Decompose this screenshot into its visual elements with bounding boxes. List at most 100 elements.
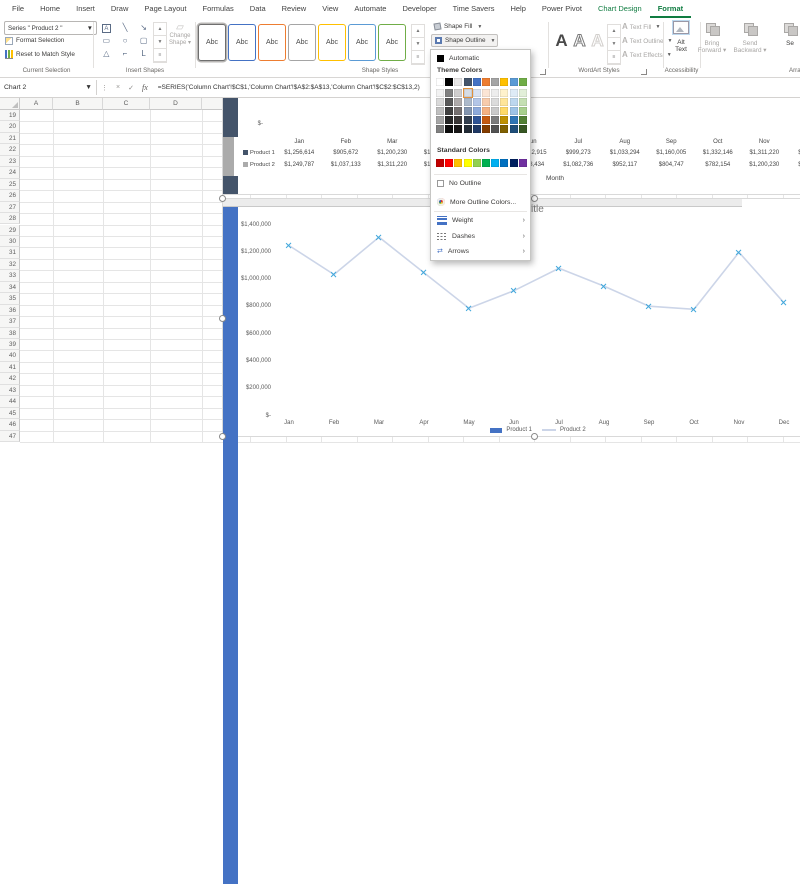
standard-color-swatch[interactable] (519, 159, 527, 167)
theme-variant-swatch[interactable] (482, 107, 490, 115)
wordart-scroll[interactable]: ▲ ▼ ≡ (607, 24, 621, 65)
theme-variant-swatch[interactable] (491, 98, 499, 106)
shape-style-preset-6[interactable]: Abc (348, 24, 376, 61)
bar-product1[interactable] (223, 666, 238, 847)
selected-point-marker[interactable] (465, 304, 473, 312)
table-cell-value[interactable]: $960,000 (788, 150, 800, 156)
theme-variant-swatch[interactable] (510, 98, 518, 106)
table-cell-value[interactable]: $782,154 (695, 162, 742, 168)
theme-variant-swatch[interactable] (445, 107, 453, 115)
theme-variant-swatch[interactable] (510, 116, 518, 124)
reset-to-match-style-button[interactable]: Reset to Match Style (5, 49, 75, 60)
row-header-23[interactable]: 23 (0, 156, 20, 167)
selection-handle[interactable] (531, 195, 538, 202)
standard-color-swatch[interactable] (500, 159, 508, 167)
theme-variant-swatch[interactable] (473, 89, 481, 97)
text-box-shape-icon[interactable]: A (97, 21, 116, 34)
column-header-D[interactable]: D (150, 98, 202, 110)
alt-text-button[interactable]: Alt Text (664, 21, 698, 65)
row-header-42[interactable]: 42 (0, 373, 20, 384)
chart-element-selector[interactable]: Series " Product 2 " ▼ (4, 21, 97, 35)
menu-item-automatic[interactable]: Automatic (431, 53, 530, 64)
theme-variant-swatch[interactable] (436, 116, 444, 124)
theme-variant-swatch[interactable] (491, 116, 499, 124)
theme-variant-swatch[interactable] (510, 125, 518, 133)
bar-product1[interactable] (223, 502, 238, 666)
format-selection-button[interactable]: Format Selection (5, 35, 64, 46)
menu-tab-developer[interactable]: Developer (394, 0, 444, 18)
row-header-26[interactable]: 26 (0, 190, 20, 201)
theme-variant-swatch[interactable] (464, 107, 472, 115)
theme-variant-swatch[interactable] (519, 98, 527, 106)
shape-styles-scroll[interactable]: ▲ ▼ ≡ (411, 24, 425, 65)
row-header-29[interactable]: 29 (0, 225, 20, 236)
menu-item-arrows[interactable]: ⇄ Arrows › (431, 245, 530, 258)
wordart-style-3[interactable]: A (589, 24, 606, 59)
theme-color-swatch[interactable] (436, 78, 444, 86)
line-shape-icon[interactable]: ╲ (116, 21, 135, 34)
mini-bar-product1[interactable] (223, 176, 238, 195)
menu-tab-power-pivot[interactable]: Power Pivot (534, 0, 590, 18)
standard-color-swatch[interactable] (482, 159, 490, 167)
table-cell-value[interactable]: $1,249,787 (276, 162, 323, 168)
table-cell-value[interactable]: $1,200,230 (369, 150, 416, 156)
theme-variant-swatch[interactable] (491, 107, 499, 115)
shape-style-preset-5[interactable]: Abc (318, 24, 346, 61)
shape-gallery-scroll[interactable]: ▲ ▼ ≡ (153, 22, 167, 63)
oval-shape-icon[interactable]: ○ (116, 34, 135, 47)
column-header-C[interactable]: C (103, 98, 150, 110)
row-header-37[interactable]: 37 (0, 316, 20, 327)
theme-variant-swatch[interactable] (445, 116, 453, 124)
mini-bar-product1[interactable] (223, 98, 238, 137)
bar-product1[interactable] (223, 207, 238, 378)
scroll-down-icon[interactable]: ▼ (412, 38, 424, 51)
theme-color-swatch[interactable] (445, 78, 453, 86)
menu-tab-file[interactable]: File (4, 0, 32, 18)
elbow-connector-shape-icon[interactable]: ⌐ (116, 47, 135, 60)
row-header-21[interactable]: 21 (0, 133, 20, 144)
menu-tab-help[interactable]: Help (502, 0, 533, 18)
table-cell-value[interactable]: $1,082,736 (555, 162, 602, 168)
bar-product1[interactable] (223, 847, 238, 884)
theme-variant-swatch[interactable] (464, 125, 472, 133)
table-cell-value[interactable]: $1,037,133 (323, 162, 370, 168)
theme-variant-swatch[interactable] (482, 98, 490, 106)
table-cell-value[interactable]: $830,000 (788, 162, 800, 168)
theme-variant-swatch[interactable] (500, 116, 508, 124)
column-header-B[interactable]: B (53, 98, 103, 110)
theme-variant-swatch[interactable] (436, 125, 444, 133)
theme-variant-swatch-selected[interactable] (464, 89, 472, 97)
selection-pane-button[interactable]: Se (775, 21, 800, 65)
theme-variant-swatch[interactable] (445, 89, 453, 97)
theme-color-swatch[interactable] (473, 78, 481, 86)
theme-variant-swatch[interactable] (500, 98, 508, 106)
theme-variant-swatch[interactable] (436, 98, 444, 106)
theme-variant-swatch[interactable] (500, 89, 508, 97)
row-header-39[interactable]: 39 (0, 339, 20, 350)
rounded-rectangle-shape-icon[interactable]: ▢ (134, 34, 153, 47)
theme-color-swatch[interactable] (491, 78, 499, 86)
shape-style-preset-7[interactable]: Abc (378, 24, 406, 61)
theme-variant-swatch[interactable] (454, 89, 462, 97)
theme-variant-swatch[interactable] (454, 116, 462, 124)
theme-variant-swatch[interactable] (491, 89, 499, 97)
theme-variant-swatch[interactable] (510, 107, 518, 115)
row-header-27[interactable]: 27 (0, 202, 20, 213)
row-header-43[interactable]: 43 (0, 385, 20, 396)
theme-variant-swatch[interactable] (482, 116, 490, 124)
row-header-20[interactable]: 20 (0, 121, 20, 132)
standard-color-swatch[interactable] (436, 159, 444, 167)
row-header-19[interactable]: 19 (0, 110, 20, 121)
menu-item-weight[interactable]: Weight › (431, 213, 530, 227)
select-all-corner[interactable] (0, 98, 20, 110)
shape-style-preset-3[interactable]: Abc (258, 24, 286, 61)
table-cell-value[interactable]: $1,256,614 (276, 150, 323, 156)
theme-variant-swatch[interactable] (454, 125, 462, 133)
scroll-up-icon[interactable]: ▲ (154, 23, 166, 36)
row-header-33[interactable]: 33 (0, 270, 20, 281)
column-header-A[interactable]: A (20, 98, 53, 110)
menu-tab-automate[interactable]: Automate (346, 0, 394, 18)
enter-icon[interactable]: ✓ (124, 84, 138, 92)
selected-point-marker[interactable] (510, 287, 518, 295)
row-header-47[interactable]: 47 (0, 431, 20, 442)
